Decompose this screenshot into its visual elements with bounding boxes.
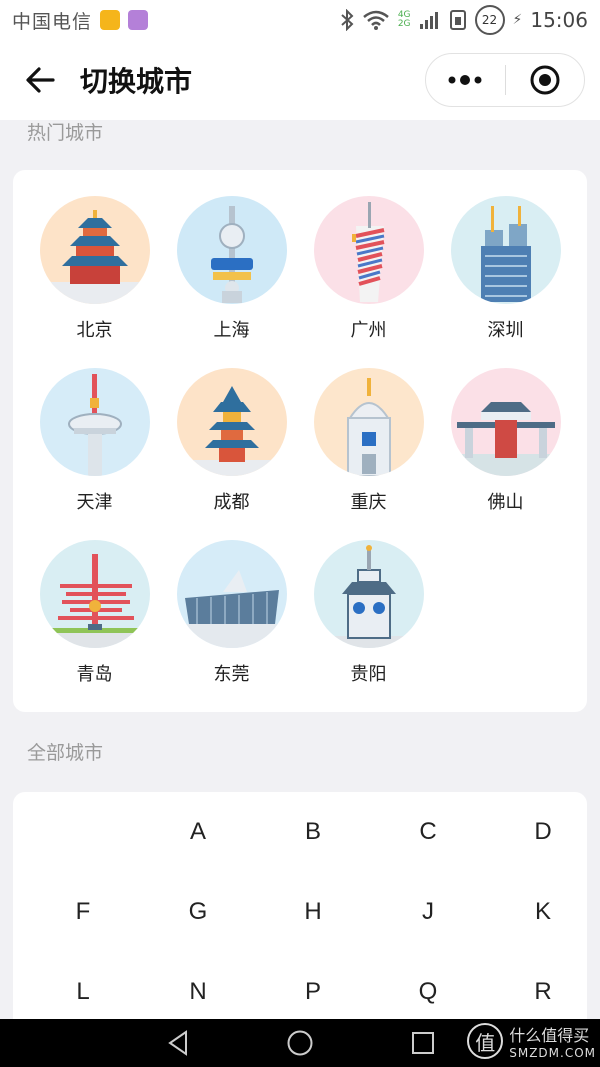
circle-home-icon	[287, 1030, 313, 1056]
letter-index-item[interactable]: H	[256, 872, 370, 952]
city-landmark-image	[450, 368, 561, 476]
title-bar: 切换城市	[0, 40, 600, 120]
city-item[interactable]: 重庆	[300, 342, 437, 514]
city-landmark-image	[39, 196, 150, 304]
back-button[interactable]	[0, 40, 80, 120]
city-landmark-image	[176, 368, 287, 476]
nav-home-button[interactable]	[270, 1019, 330, 1067]
letter-index-item[interactable]: B	[256, 792, 370, 872]
city-name: 广州	[350, 320, 387, 341]
triangle-back-icon	[168, 1030, 187, 1056]
city-landmark-image	[313, 540, 424, 648]
letter-index-item[interactable]: A	[141, 792, 255, 872]
letter-index-item[interactable]: F	[26, 872, 140, 952]
page-title: 切换城市	[80, 65, 193, 98]
close-mini-program-button[interactable]	[506, 54, 585, 106]
city-landmark-image	[313, 196, 424, 304]
battery-icon: 22	[474, 5, 505, 35]
letter-index-item[interactable]: K	[486, 872, 600, 952]
nav-back-button[interactable]	[148, 1019, 208, 1067]
network-type: 4G 2G	[398, 11, 411, 29]
letter-index-item[interactable]: D	[486, 792, 600, 872]
letter-index-item[interactable]: J	[371, 872, 485, 952]
city-name: 青岛	[76, 664, 113, 685]
carrier-label: 中国电信	[12, 10, 93, 33]
watermark: 值 什么值得买 SMZDM.COM	[467, 1022, 596, 1060]
city-item[interactable]: 东莞	[163, 514, 300, 686]
nav-recents-button[interactable]	[393, 1019, 453, 1067]
city-name: 北京	[76, 320, 113, 341]
city-name: 深圳	[487, 320, 524, 341]
city-item[interactable]: 贵阳	[300, 514, 437, 686]
bluetooth-icon	[341, 9, 354, 31]
city-item[interactable]: 成都	[163, 342, 300, 514]
charging-icon: ⚡	[512, 12, 523, 28]
city-landmark-image	[39, 540, 150, 648]
hot-cities-label: 热门城市	[27, 122, 104, 144]
watermark-logo-icon: 值	[467, 1023, 504, 1059]
more-button[interactable]	[426, 54, 505, 106]
sim-icon	[449, 10, 466, 30]
gallery-app-icon	[128, 10, 149, 30]
network-2g-label: 2G	[397, 19, 411, 29]
all-cities-card: ABCDFGHJKLNPQR	[13, 792, 587, 1032]
watermark-text: 什么值得买	[509, 1026, 590, 1045]
city-item[interactable]: 北京	[26, 170, 163, 342]
city-landmark-image	[176, 540, 287, 648]
signal-icon	[419, 12, 438, 29]
city-name: 上海	[213, 320, 250, 341]
wifi-icon	[363, 10, 389, 30]
city-item[interactable]: 青岛	[26, 514, 163, 686]
city-item[interactable]: 天津	[26, 342, 163, 514]
letter-index-item[interactable]: G	[141, 872, 255, 952]
city-name: 成都	[213, 492, 250, 513]
city-landmark-image	[39, 368, 150, 476]
more-dots-icon	[448, 75, 482, 85]
all-cities-label: 全部城市	[27, 742, 104, 764]
hot-cities-card: 北京 上海 广州 深圳天津 成都 重庆 佛山青岛 东莞 贵阳	[13, 170, 587, 712]
city-item[interactable]: 上海	[163, 170, 300, 342]
notification-app-icon	[100, 10, 121, 30]
city-landmark-image	[313, 368, 424, 476]
square-recents-icon	[412, 1032, 434, 1054]
city-landmark-image	[450, 196, 561, 304]
target-circle-icon	[530, 65, 560, 95]
watermark-domain: SMZDM.COM	[509, 1046, 596, 1060]
city-item[interactable]: 佛山	[437, 342, 574, 514]
city-name: 重庆	[350, 492, 387, 513]
mini-program-capsule	[425, 53, 585, 107]
status-bar: 中国电信 4G 2G 22 ⚡ 15:06	[0, 0, 600, 40]
clock: 15:06	[530, 8, 588, 32]
city-item[interactable]: 广州	[300, 170, 437, 342]
arrow-left-icon	[26, 67, 55, 93]
city-name: 贵阳	[350, 664, 387, 685]
city-landmark-image	[176, 196, 287, 304]
letter-index-item[interactable]: C	[371, 792, 485, 872]
city-name: 天津	[76, 492, 113, 513]
city-name: 佛山	[487, 492, 524, 513]
city-item[interactable]: 深圳	[437, 170, 574, 342]
city-name: 东莞	[213, 664, 250, 685]
